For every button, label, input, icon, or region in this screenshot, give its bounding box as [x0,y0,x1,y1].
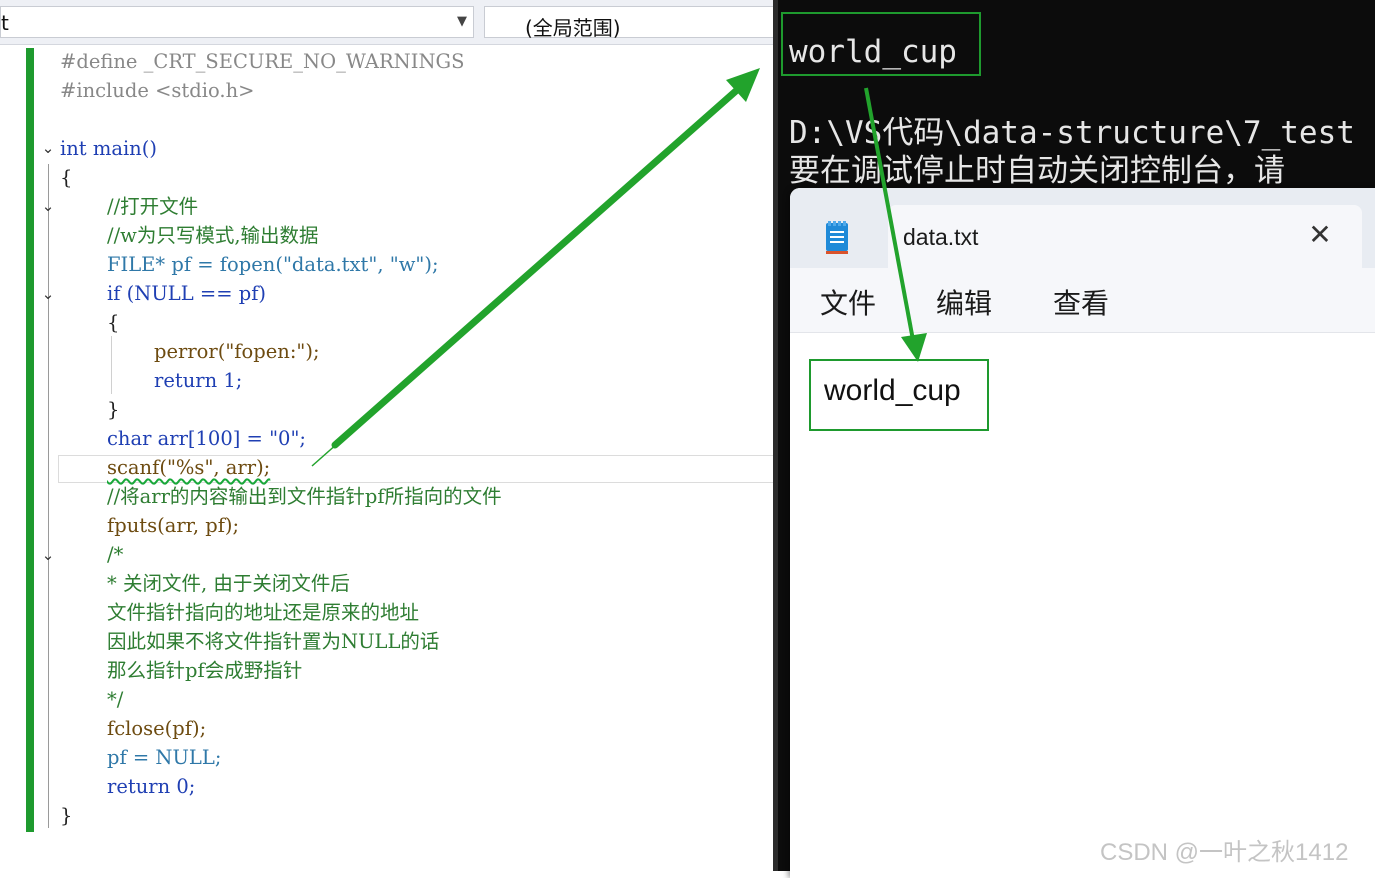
arrowhead-to-notepad [901,333,927,362]
annotation-arrows [311,68,927,467]
arrow-thick-line [331,86,741,449]
arrow-down-line [864,87,915,341]
watermark: CSDN @一叶之秋1412 [1100,839,1349,866]
